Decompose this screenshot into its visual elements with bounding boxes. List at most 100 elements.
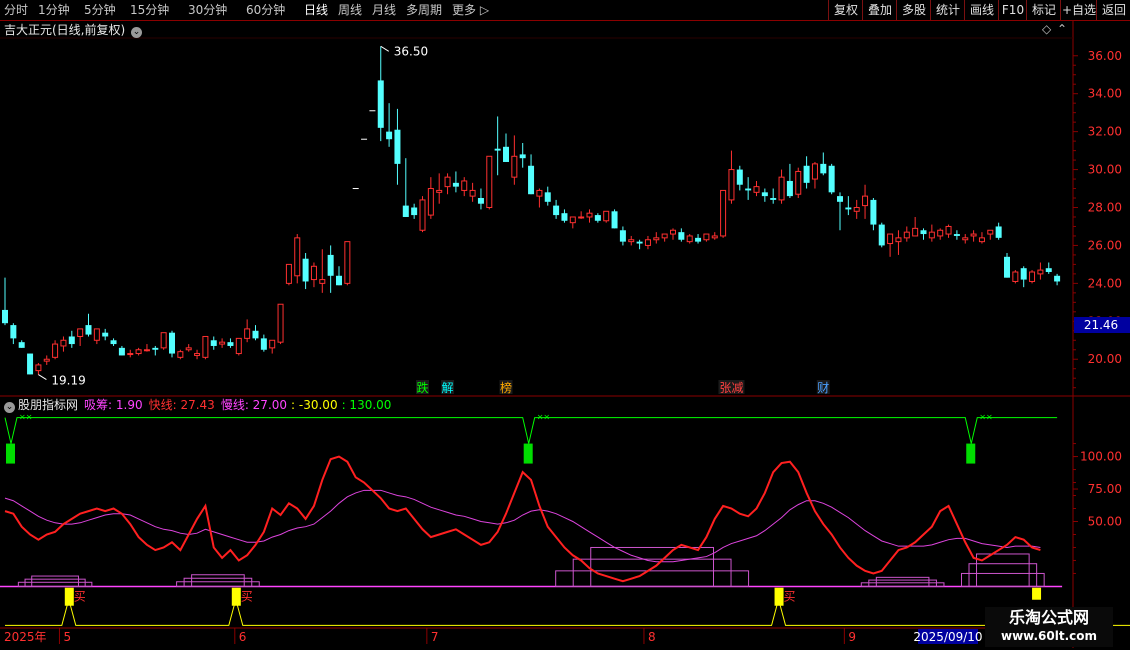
candle-body [695,237,702,242]
period-tab-9[interactable]: 多周期 [406,2,442,18]
slow-line [4,489,1041,563]
candle-body [678,232,685,240]
candle-body [878,224,885,246]
kline-chart[interactable]: 36.0034.0032.0030.0028.0026.0024.0022.00… [0,0,1130,650]
period-tab-8[interactable]: 月线 [372,2,396,18]
month-label: 7 [431,630,439,644]
period-tab-10[interactable]: 更多 ▷ [452,2,489,18]
toolbar-button-0[interactable]: 复权 [828,0,863,20]
absorb-outline [24,578,86,587]
candle-body [244,328,251,339]
indicator-name: 股朋指标网 [18,398,79,412]
candle-body [594,215,601,221]
last-price-label: 21.46 [1084,318,1118,332]
candle-body [494,148,501,151]
top-signal-mark: ×× [979,413,992,422]
indicator-value-xichou: 吸筹: 1.90 [84,398,143,412]
candle-body [2,309,8,324]
candle-body [152,347,159,350]
absorb-outline [191,574,245,587]
top-signal-block [523,443,533,464]
candle-body [177,351,184,358]
chevron-down-icon[interactable]: ⌄ [131,27,143,38]
high-price-label: 36.50 [394,44,428,58]
period-tab-1[interactable]: 1分钟 [38,2,70,18]
month-label: 5 [63,630,71,644]
period-tab-4[interactable]: 30分钟 [188,2,227,18]
candle-body [912,227,919,237]
price-tick-label: 30.00 [1088,163,1122,177]
candle-body [461,180,468,191]
period-tab-3[interactable]: 15分钟 [130,2,169,18]
buy-signal-label: 买 [74,590,86,604]
high-pointer [380,45,390,52]
candle-body [327,254,334,276]
candle-body [102,332,109,337]
candle-body [728,169,735,201]
candle-body [43,358,50,362]
candle-body [411,207,418,216]
price-tick-label: 26.00 [1088,238,1122,252]
lower-signal-line [5,597,1130,626]
candle-body [628,239,635,243]
event-tag-4: 财 [817,381,829,395]
toolbar-button-6[interactable]: 标记 [1026,0,1061,20]
candle-body [1029,271,1036,282]
low-price-label: 19.19 [51,374,85,388]
candle-body [377,80,384,128]
candle-body [586,212,593,218]
candle-body [528,165,535,195]
buy-signal-block [64,587,74,606]
candle-body [519,154,526,159]
absorb-outline [31,575,79,587]
stock-title: 吉大正元(日线,前复权) [4,23,126,37]
price-tick-label: 20.00 [1088,352,1122,366]
month-label: 6 [239,630,247,644]
candle-body [962,237,969,241]
toolbar-button-1[interactable]: 叠加 [862,0,897,20]
candle-body [169,332,175,354]
diamond-icon[interactable]: ◇ [1042,22,1051,36]
fast-line [4,455,1041,583]
absorb-outline [183,577,253,587]
year-label: 2025年 [4,630,47,644]
toolbar-button-2[interactable]: 多股 [896,0,931,20]
candle-body [285,263,292,284]
candle-body [761,192,768,197]
candle-body [820,163,827,174]
candle-body [653,237,660,241]
event-tag-1: 解 [442,381,454,395]
candle-body [895,237,902,243]
toolbar-button-3[interactable]: 统计 [930,0,965,20]
candle-body [93,328,100,341]
candle-body [544,192,551,202]
candle-body [160,332,167,349]
period-tab-5[interactable]: 60分钟 [246,2,285,18]
candle-body [870,199,877,225]
candle-body [828,165,835,193]
price-tick-label: 24.00 [1088,276,1122,290]
toolbar-button-8[interactable]: 返回 [1096,0,1130,20]
top-signal-mark: ×× [19,413,32,422]
toolbar-button-7[interactable]: +自选 [1060,0,1097,20]
candle-body [235,337,242,355]
candle-body [135,349,142,355]
candle-body [386,131,393,140]
candle-body [310,265,317,281]
candle-body [1012,271,1019,282]
period-tab-2[interactable]: 5分钟 [84,2,116,18]
candle-body [920,230,927,235]
period-tab-6[interactable]: 日线 [304,2,328,18]
chevron-down-icon[interactable]: ⌄ [4,402,15,413]
absorb-outline [960,572,1045,587]
toolbar-button-5[interactable]: F10 [998,0,1027,20]
period-tab-7[interactable]: 周线 [338,2,362,18]
candle-body [60,339,67,347]
watermark-url: www.60lt.com [1000,629,1098,643]
collapse-icon[interactable]: ⌃ [1057,22,1067,36]
candle-body [978,237,985,243]
candle-body [260,338,267,350]
toolbar-button-4[interactable]: 画线 [964,0,999,20]
candle-body [561,213,568,221]
period-tab-0[interactable]: 分时 [4,2,28,18]
